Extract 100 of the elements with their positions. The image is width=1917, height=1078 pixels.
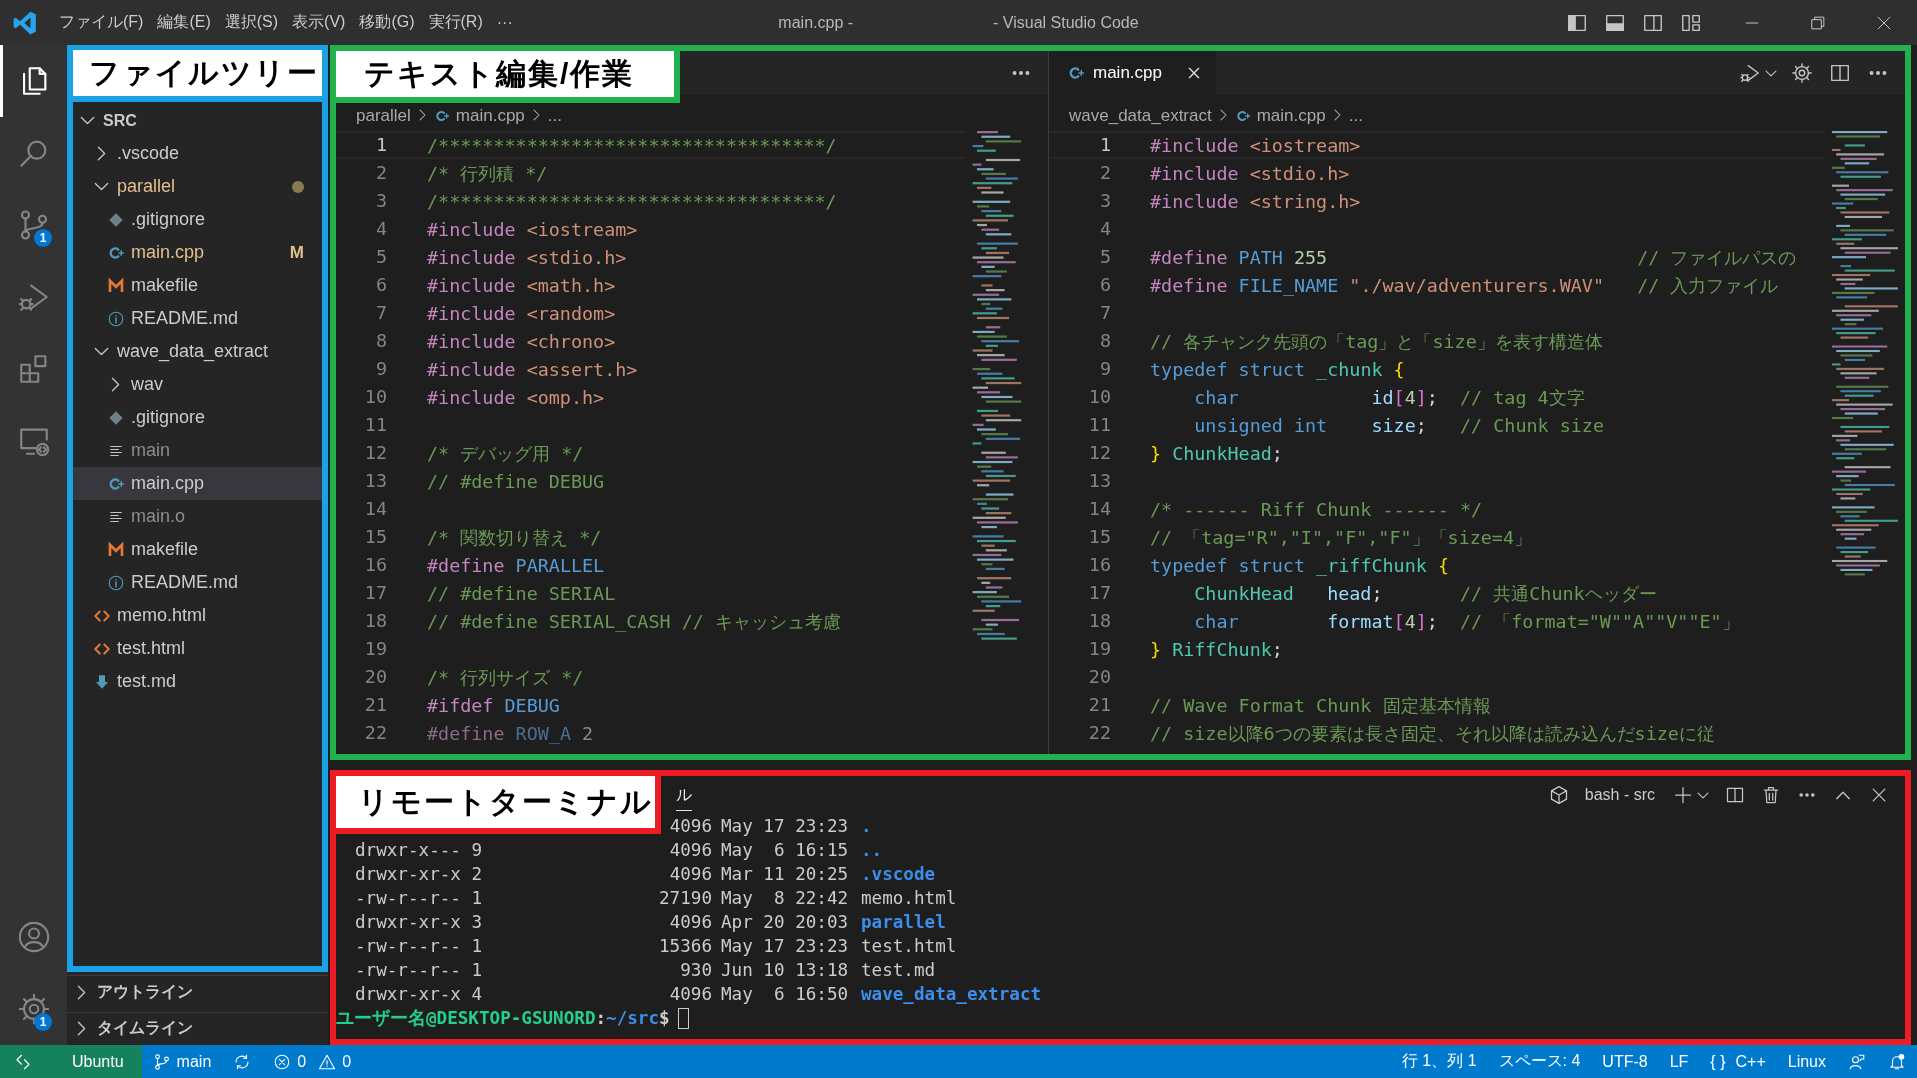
cpp-file-icon: [1234, 108, 1251, 124]
menu-item[interactable]: 移動(G): [352, 8, 422, 37]
status-item[interactable]: UTF-8: [1591, 1045, 1659, 1078]
line-number: 2: [1098, 161, 1111, 185]
terminal-line: drwxr-x--- 9 4096 May 6 16:15 ..: [354, 839, 883, 862]
line-number: 14: [363, 497, 387, 521]
code-line: // #define SERIAL: [427, 582, 616, 604]
line-number: 12: [1087, 441, 1111, 465]
line-number: 18: [1087, 609, 1111, 633]
chevron-up-icon[interactable]: [1835, 790, 1851, 800]
terminal-selector[interactable]: bash - src: [1540, 785, 1655, 805]
trash-icon[interactable]: [1761, 785, 1781, 805]
line-number: 3: [1098, 189, 1111, 213]
tree-item[interactable]: memo.html: [73, 599, 322, 632]
tree-item[interactable]: wav: [73, 368, 322, 401]
line-number: 2: [374, 161, 387, 185]
info-icon: [107, 309, 125, 328]
breadcrumb-item[interactable]: main.cpp: [433, 106, 525, 126]
menu-item[interactable]: 編集(E): [150, 8, 218, 37]
menu-item[interactable]: 選択(S): [217, 8, 286, 37]
tree-item[interactable]: main.o: [73, 500, 322, 533]
callout-label: テキスト編集/作業: [336, 51, 680, 103]
code-line: #include <iostream>: [427, 218, 638, 240]
code-line: typedef struct _riffChunk {: [1150, 554, 1449, 576]
line-number: 16: [1087, 553, 1111, 577]
tree-item[interactable]: test.md: [73, 665, 322, 698]
plus-icon[interactable]: [1673, 785, 1693, 805]
panel-tab[interactable]: ル: [676, 779, 692, 811]
line-number: 20: [363, 665, 387, 689]
language-mode[interactable]: { } C++: [1699, 1045, 1777, 1078]
source-control-tab[interactable]: 1: [0, 189, 67, 261]
line-number: 19: [1087, 637, 1111, 661]
breadcrumb-item[interactable]: main.cpp: [1234, 106, 1326, 126]
info-icon: [107, 573, 125, 592]
status-item[interactable]: スペース: 4: [1487, 1045, 1592, 1078]
makefile-icon: [107, 540, 125, 559]
sync-icon: [233, 1052, 252, 1071]
branch-button[interactable]: main: [141, 1045, 223, 1078]
code-line: // 「tag="R","I","F","F"」「size=4」: [1150, 525, 1533, 550]
tree-item[interactable]: README.md: [73, 566, 322, 599]
line-number: 10: [1087, 385, 1111, 409]
tree-item[interactable]: .gitignore: [73, 401, 322, 434]
code-line: #define PATH 255 // ファイルパスの: [1150, 245, 1797, 270]
menu-item[interactable]: 表示(V): [285, 8, 353, 37]
terminal-line: 4096 May 17 23:23 .: [668, 815, 872, 838]
more-menu[interactable]: ···: [489, 9, 520, 36]
line-number: 5: [1098, 245, 1111, 269]
line-number: 4: [374, 217, 387, 241]
run-debug-icon[interactable]: [1739, 62, 1761, 84]
code-line: // 各チャンク先頭の「tag」と「size」を表す構造体: [1150, 329, 1603, 354]
line-number: 5: [374, 245, 387, 269]
tree-item[interactable]: makefile: [73, 269, 322, 302]
terminal-line: drwxr-xr-x 3 4096 Apr 20 20:03 parallel: [354, 911, 946, 934]
breadcrumb-item[interactable]: parallel: [356, 106, 411, 126]
tree-item[interactable]: main.cpp: [73, 467, 322, 500]
code-line: #include <omp.h>: [427, 386, 605, 408]
problems-button[interactable]: 0 0: [262, 1045, 363, 1078]
settings-button[interactable]: 1: [0, 973, 67, 1045]
cpp-file-icon: [433, 108, 450, 124]
chevron-icon: [1333, 109, 1341, 121]
tree-item[interactable]: README.md: [73, 302, 322, 335]
status-item[interactable]: 行 1、列 1: [1390, 1045, 1488, 1078]
breadcrumb-item[interactable]: wave_data_extract: [1069, 106, 1212, 126]
editor-tab[interactable]: main.cpp: [1049, 51, 1216, 95]
cpp-file-icon: [1067, 64, 1085, 82]
tree-item[interactable]: SRC: [73, 104, 322, 137]
code-line: } RiffChunk;: [1150, 638, 1283, 660]
breadcrumb-item[interactable]: ...: [1348, 106, 1363, 126]
tree-item[interactable]: test.html: [73, 632, 322, 665]
breadcrumb-item[interactable]: ...: [547, 106, 562, 126]
tree-item[interactable]: wave_data_extract: [73, 335, 322, 368]
caret-icon[interactable]: [1765, 69, 1777, 77]
tree-item[interactable]: makefile: [73, 533, 322, 566]
menu-item[interactable]: ファイル(F): [52, 8, 151, 37]
tree-item[interactable]: parallel: [73, 170, 322, 203]
warning-icon: [318, 1052, 337, 1071]
window-title: main.cpp -: [778, 13, 854, 32]
code-line: /* ------ Riff Chunk ------ */: [1150, 498, 1483, 520]
caret-icon[interactable]: [1697, 791, 1709, 799]
line-number: 7: [1098, 301, 1111, 325]
line-number: 12: [363, 441, 387, 465]
tree-item[interactable]: .vscode: [73, 137, 322, 170]
line-number: 9: [1098, 357, 1111, 381]
code-line: /***********************************/: [427, 190, 837, 212]
chevron-icon: [532, 109, 540, 121]
split-terminal-icon[interactable]: [1725, 785, 1745, 805]
remote-indicator[interactable]: Ubuntu: [0, 1045, 142, 1078]
line-number: 22: [1087, 721, 1111, 745]
tree-item[interactable]: .gitignore: [73, 203, 322, 236]
tree-item[interactable]: main: [73, 434, 322, 467]
status-item[interactable]: LF: [1658, 1045, 1700, 1078]
close-icon[interactable]: [1186, 65, 1202, 81]
code-line: // #define DEBUG: [427, 470, 605, 492]
line-number: 13: [363, 469, 387, 493]
split-editor-icon[interactable]: [1829, 62, 1851, 84]
status-item[interactable]: Linux: [1776, 1045, 1837, 1078]
settings-icon[interactable]: [1791, 62, 1813, 84]
bell-icon: [1888, 1052, 1906, 1071]
menu-item[interactable]: 実行(R): [421, 8, 490, 37]
tree-item[interactable]: main.cpp M: [73, 236, 322, 269]
